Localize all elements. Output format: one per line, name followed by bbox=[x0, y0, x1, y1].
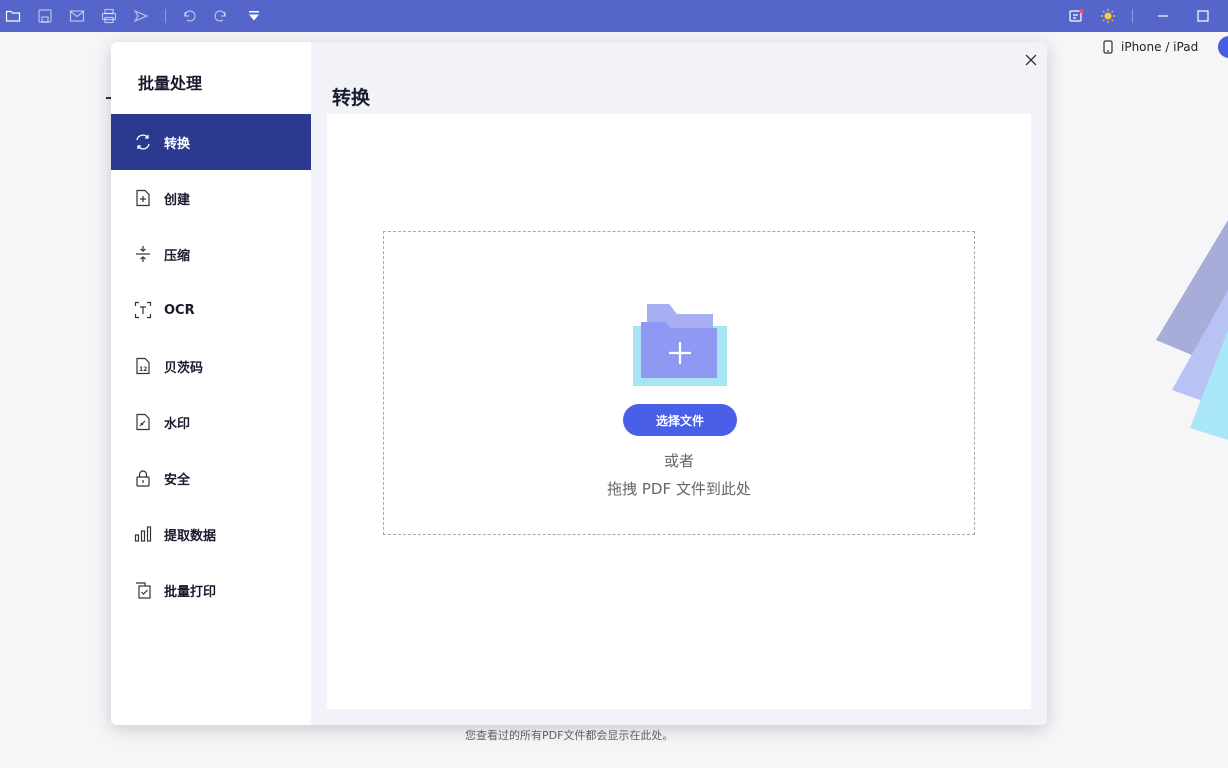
file-dropzone[interactable]: 选择文件 或者 拖拽 PDF 文件到此处 bbox=[383, 231, 975, 535]
nav-item-label: 批量打印 bbox=[164, 584, 217, 600]
toolbar-separator bbox=[1132, 9, 1133, 23]
nav-item-label: OCR bbox=[164, 302, 195, 318]
nav-item-batch-print[interactable]: 批量打印 bbox=[111, 562, 311, 618]
or-text: 或者 bbox=[663, 452, 694, 470]
nav-item-label: 压缩 bbox=[164, 248, 191, 264]
folder-icon[interactable] bbox=[3, 6, 23, 26]
redo-icon[interactable] bbox=[211, 6, 231, 26]
notification-icon[interactable] bbox=[1066, 6, 1086, 26]
bates-icon: 12 bbox=[133, 356, 153, 376]
nav-item-watermark[interactable]: 水印 bbox=[111, 394, 311, 450]
undo-icon[interactable] bbox=[179, 6, 199, 26]
close-icon bbox=[1025, 54, 1037, 66]
mail-icon[interactable] bbox=[67, 6, 87, 26]
decorative-shapes bbox=[1140, 200, 1228, 460]
compress-icon bbox=[133, 244, 153, 264]
toolbar-separator bbox=[165, 9, 166, 23]
nav-item-convert[interactable]: 转换 bbox=[111, 114, 311, 170]
avatar[interactable] bbox=[1218, 36, 1228, 58]
add-folder-icon bbox=[633, 304, 727, 386]
nav-item-label: 水印 bbox=[164, 416, 191, 432]
nav-item-label: 提取数据 bbox=[164, 528, 217, 544]
close-button[interactable] bbox=[1021, 50, 1041, 70]
content-panel: 选择文件 或者 拖拽 PDF 文件到此处 bbox=[327, 114, 1031, 709]
nav-item-compress[interactable]: 压缩 bbox=[111, 226, 311, 282]
nav-item-ocr[interactable]: OCR bbox=[111, 282, 311, 338]
device-link[interactable]: iPhone / iPad bbox=[1103, 38, 1198, 56]
nav-item-label: 创建 bbox=[164, 192, 191, 208]
print-batch-icon bbox=[133, 580, 153, 600]
ocr-icon bbox=[133, 300, 153, 320]
nav-item-label: 转换 bbox=[164, 136, 191, 152]
drag-hint-text: 拖拽 PDF 文件到此处 bbox=[607, 480, 751, 498]
device-label: iPhone / iPad bbox=[1121, 40, 1199, 54]
dialog-sidebar: 批量处理 转换 创建 压缩 OCR 12 贝茨码 水印 安全 提取数据 批量打印 bbox=[111, 42, 311, 725]
recent-files-hint: 您查看过的所有PDF文件都会显示在此处。 bbox=[465, 729, 674, 742]
maximize-icon[interactable] bbox=[1193, 6, 1213, 26]
sidebar-title: 批量处理 bbox=[138, 74, 203, 93]
batch-process-dialog: 批量处理 转换 创建 压缩 OCR 12 贝茨码 水印 安全 提取数据 批量打印… bbox=[111, 42, 1047, 725]
content-title: 转换 bbox=[332, 87, 371, 109]
phone-icon bbox=[1103, 40, 1113, 54]
share-icon[interactable] bbox=[131, 6, 151, 26]
nav-item-create[interactable]: 创建 bbox=[111, 170, 311, 226]
nav-item-label: 贝茨码 bbox=[164, 360, 204, 376]
nav-item-label: 安全 bbox=[164, 472, 191, 488]
minimize-icon[interactable] bbox=[1153, 6, 1173, 26]
watermark-icon bbox=[133, 412, 153, 432]
create-icon bbox=[133, 188, 153, 208]
top-toolbar bbox=[0, 0, 1228, 32]
save-icon[interactable] bbox=[35, 6, 55, 26]
nav-item-bates[interactable]: 12 贝茨码 bbox=[111, 338, 311, 394]
lock-icon bbox=[133, 468, 153, 488]
nav-item-security[interactable]: 安全 bbox=[111, 450, 311, 506]
convert-icon bbox=[133, 132, 153, 152]
chart-icon bbox=[133, 524, 153, 544]
svg-text:12: 12 bbox=[139, 366, 147, 373]
dropdown-icon[interactable] bbox=[244, 6, 264, 26]
print-icon[interactable] bbox=[99, 6, 119, 26]
select-file-button[interactable]: 选择文件 bbox=[623, 404, 737, 436]
nav-item-extract-data[interactable]: 提取数据 bbox=[111, 506, 311, 562]
theme-icon[interactable] bbox=[1098, 6, 1118, 26]
